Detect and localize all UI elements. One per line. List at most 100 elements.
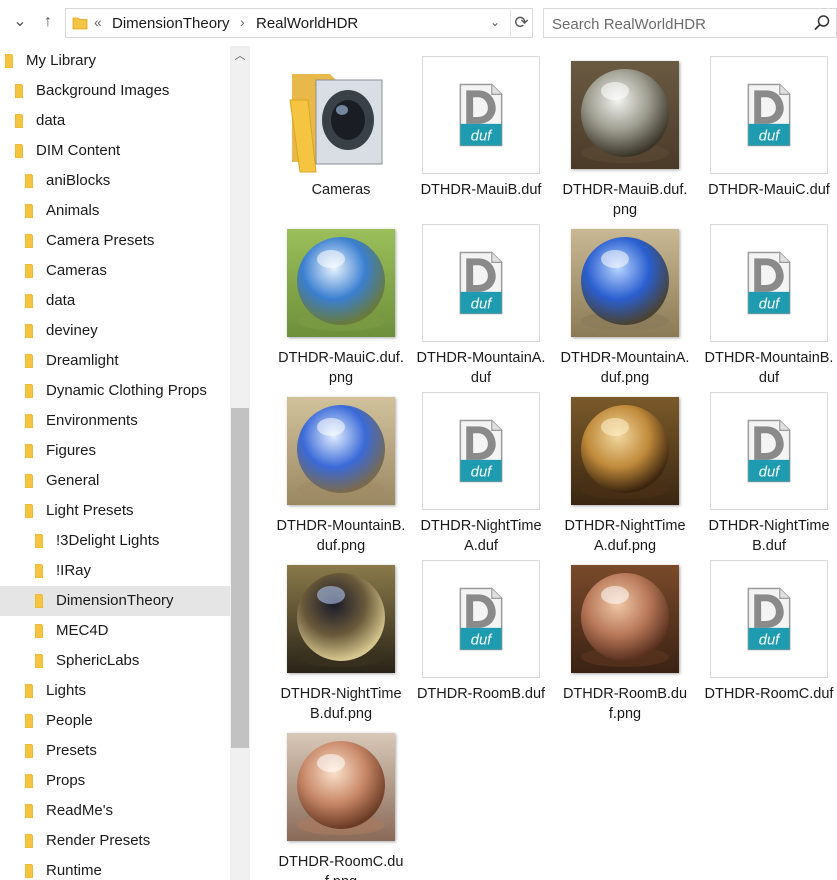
folder-icon: [25, 354, 33, 368]
sidebar-item-label: data: [46, 292, 76, 309]
folder-icon: [289, 74, 383, 173]
sidebar-item[interactable]: Figures: [0, 436, 230, 466]
image-thumbnail: [287, 565, 395, 673]
svg-text:duf: duf: [471, 465, 493, 481]
scrollbar-thumb[interactable]: [231, 408, 249, 748]
sidebar-item-label: aniBlocks: [46, 172, 111, 189]
sidebar-item-label: Dreamlight: [46, 352, 119, 369]
file-tile[interactable]: DTHDR-NightTimeB.duf.png: [276, 560, 406, 728]
svg-text:duf: duf: [759, 465, 781, 481]
file-tile[interactable]: DTHDR-NightTimeA.duf.png: [560, 392, 690, 560]
file-tile[interactable]: duf DTHDR-NightTimeB.duf: [704, 392, 834, 560]
sidebar-item-label: Light Presets: [46, 502, 134, 519]
file-tile[interactable]: duf DTHDR-RoomB.duf: [416, 560, 546, 728]
sidebar-item-label: Figures: [46, 442, 97, 459]
sidebar-item[interactable]: Background Images: [0, 76, 230, 106]
sidebar-item[interactable]: Animals: [0, 196, 230, 226]
sidebar-item[interactable]: Environments: [0, 406, 230, 436]
folder-icon: [25, 864, 33, 878]
sidebar-item-label: Presets: [46, 742, 97, 759]
folder-icon: [25, 384, 33, 398]
sidebar-item[interactable]: My Library: [0, 46, 230, 76]
sidebar-item[interactable]: Runtime: [0, 856, 230, 880]
sidebar-item[interactable]: Presets: [0, 736, 230, 766]
file-tile[interactable]: DTHDR-RoomB.duf.png: [560, 560, 690, 728]
file-tile[interactable]: duf DTHDR-MauiC.duf: [704, 56, 834, 224]
folder-icon: [25, 234, 33, 248]
sidebar-item[interactable]: ReadMe's: [0, 796, 230, 826]
duf-file-icon: duf: [422, 224, 540, 342]
folder-icon: [25, 834, 33, 848]
address-bar[interactable]: « DimensionTheory › RealWorldHDR ⌄ ⟳: [65, 8, 533, 38]
sidebar-item[interactable]: DIM Content: [0, 136, 230, 166]
file-tile[interactable]: DTHDR-RoomC.duf.png: [276, 728, 406, 880]
file-tile[interactable]: DTHDR-MauiB.duf.png: [560, 56, 690, 224]
address-dropdown-icon[interactable]: ⌄: [490, 15, 500, 29]
folder-icon: [25, 474, 33, 488]
file-tile[interactable]: DTHDR-MauiC.duf.png: [276, 224, 406, 392]
folder-icon: [25, 204, 33, 218]
file-tile[interactable]: duf DTHDR-NightTimeA.duf: [416, 392, 546, 560]
sidebar-item[interactable]: Camera Presets: [0, 226, 230, 256]
file-tile[interactable]: Cameras: [276, 56, 406, 224]
breadcrumb-item[interactable]: RealWorldHDR: [256, 15, 358, 32]
svg-text:duf: duf: [759, 633, 781, 649]
file-tile[interactable]: duf DTHDR-RoomC.duf: [704, 560, 834, 728]
file-tile[interactable]: DTHDR-MountainA.duf.png: [560, 224, 690, 392]
sidebar-item[interactable]: MEC4D: [0, 616, 230, 646]
sidebar-item[interactable]: Dynamic Clothing Props: [0, 376, 230, 406]
sidebar-item[interactable]: !3Delight Lights: [0, 526, 230, 556]
breadcrumb-separator[interactable]: ›: [240, 14, 245, 30]
file-tile[interactable]: DTHDR-MountainB.duf.png: [276, 392, 406, 560]
image-thumbnail: [287, 397, 395, 505]
sidebar-item-label: Cameras: [46, 262, 107, 279]
image-thumbnail: [571, 565, 679, 673]
breadcrumb-item[interactable]: DimensionTheory: [112, 15, 230, 32]
file-name: DTHDR-RoomC.duf.png: [278, 854, 404, 880]
refresh-icon[interactable]: ⟳: [510, 10, 532, 36]
breadcrumb-overflow[interactable]: «: [94, 14, 102, 30]
file-tile[interactable]: duf DTHDR-MountainA.duf: [416, 224, 546, 392]
folder-icon: [72, 17, 88, 30]
folder-icon: [25, 444, 33, 458]
sidebar-item[interactable]: data: [0, 106, 230, 136]
file-name: DTHDR-NightTimeA.duf.png: [564, 518, 686, 554]
sidebar-item[interactable]: Lights: [0, 676, 230, 706]
file-name: DTHDR-MauiB.duf: [420, 182, 542, 198]
sidebar-item-label: Background Images: [36, 82, 170, 99]
sidebar-item[interactable]: Cameras: [0, 256, 230, 286]
search-input[interactable]: [552, 14, 802, 34]
sidebar-item-label: Camera Presets: [46, 232, 155, 249]
file-tile[interactable]: duf DTHDR-MauiB.duf: [416, 56, 546, 224]
folder-icon: [15, 144, 23, 158]
sidebar-item[interactable]: Props: [0, 766, 230, 796]
sidebar-item[interactable]: General: [0, 466, 230, 496]
folder-icon: [5, 54, 13, 68]
search-box[interactable]: [543, 8, 837, 38]
svg-text:duf: duf: [759, 129, 781, 145]
file-name: DTHDR-RoomB.duf.png: [562, 686, 688, 722]
recent-locations-chevron-icon[interactable]: ⌄: [10, 11, 30, 33]
file-name: DTHDR-MountainA.duf: [416, 350, 546, 386]
duf-file-icon: duf: [422, 392, 540, 510]
sidebar-item[interactable]: SphericLabs: [0, 646, 230, 676]
sidebar-item[interactable]: Dreamlight: [0, 346, 230, 376]
duf-file-icon: duf: [422, 56, 540, 174]
scroll-up-chevron-icon[interactable]: ︿: [230, 46, 250, 66]
sidebar-item[interactable]: DimensionTheory: [0, 586, 230, 616]
sidebar-item[interactable]: Light Presets: [0, 496, 230, 526]
duf-file-icon: duf: [710, 560, 828, 678]
sidebar-item-label: Runtime: [46, 862, 102, 879]
sidebar-item[interactable]: data: [0, 286, 230, 316]
sidebar-item[interactable]: !IRay: [0, 556, 230, 586]
sidebar-item[interactable]: aniBlocks: [0, 166, 230, 196]
sidebar-item[interactable]: deviney: [0, 316, 230, 346]
search-icon[interactable]: [812, 13, 832, 33]
file-tile[interactable]: duf DTHDR-MountainB.duf: [704, 224, 834, 392]
up-arrow-icon[interactable]: ↑: [38, 11, 58, 33]
address-toolbar: ⌄ ↑ « DimensionTheory › RealWorldHDR ⌄ ⟳: [0, 0, 837, 46]
sidebar-item[interactable]: Render Presets: [0, 826, 230, 856]
sidebar-item[interactable]: People: [0, 706, 230, 736]
sidebar-item-label: People: [46, 712, 93, 729]
file-view: Cameras duf DTHDR-MauiB.duf DTHDR-MauiB.duf…: [250, 46, 837, 880]
